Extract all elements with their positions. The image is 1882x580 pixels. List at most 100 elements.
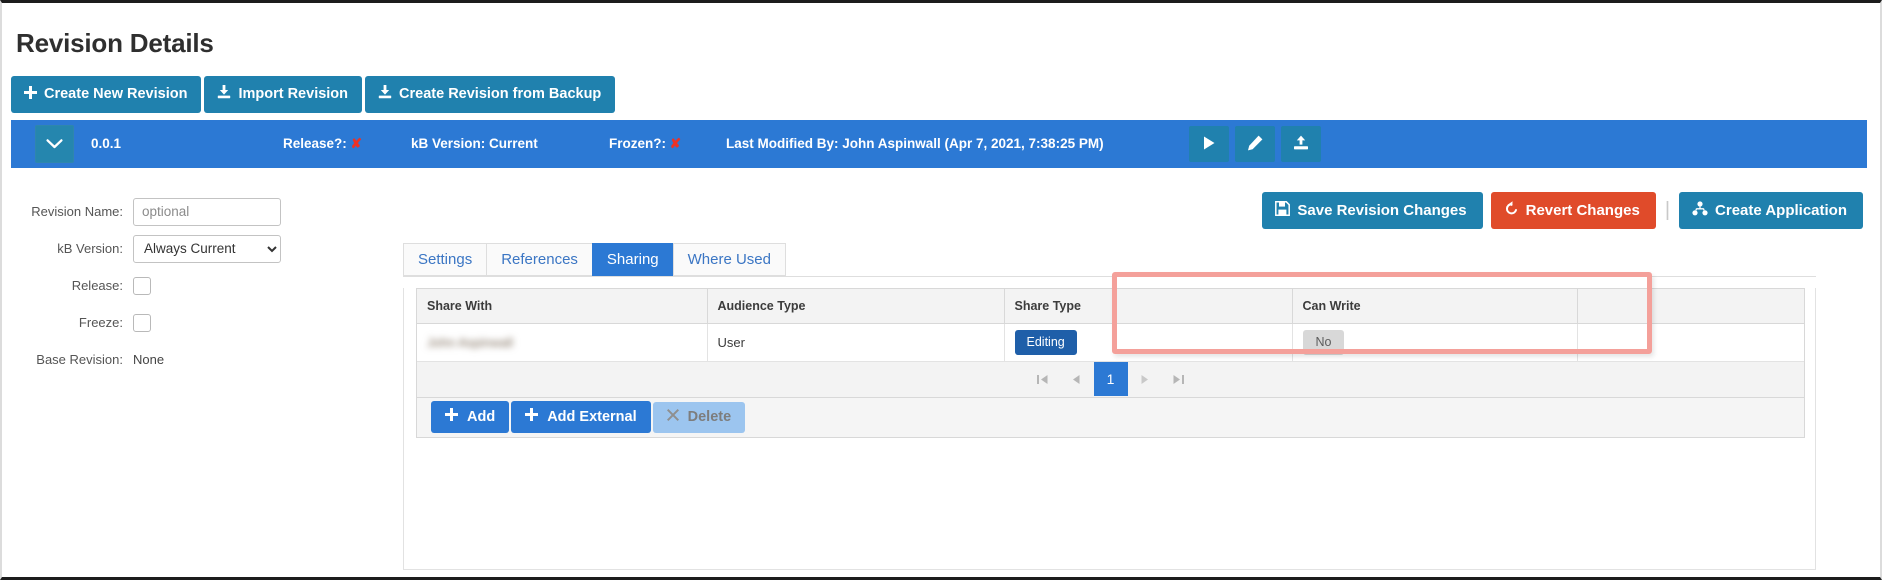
action-separator: | xyxy=(1664,199,1671,221)
create-revision-from-backup-button[interactable]: Create Revision from Backup xyxy=(365,76,616,113)
cell-spacer xyxy=(1577,323,1804,362)
base-revision-value: None xyxy=(133,352,165,367)
freeze-checkbox[interactable] xyxy=(133,313,151,332)
release-value: ✘ xyxy=(350,136,362,151)
save-revision-changes-label: Save Revision Changes xyxy=(1297,201,1467,219)
base-revision-label: Base Revision: xyxy=(36,352,123,367)
create-new-revision-button[interactable]: Create New Revision xyxy=(11,76,202,113)
tab-strip: Settings References Sharing Where Used xyxy=(403,243,1816,277)
create-application-button[interactable]: Create Application xyxy=(1679,192,1863,229)
sitemap-icon xyxy=(1692,201,1708,219)
edit-revision-button[interactable] xyxy=(1235,126,1275,162)
chevron-down-icon xyxy=(46,138,63,150)
tab-settings[interactable]: Settings xyxy=(403,243,488,276)
tab-references[interactable]: References xyxy=(486,243,593,276)
table-head: Share With Audience Type Share Type Can … xyxy=(417,289,1804,324)
share-type-button[interactable]: Editing xyxy=(1014,329,1077,355)
upload-icon xyxy=(1293,135,1309,154)
cell-audience-type: User xyxy=(707,323,1005,362)
page-prev-icon xyxy=(1070,373,1083,386)
revision-last-modified: Last Modified By: John Aspinwall (Apr 7,… xyxy=(726,136,1104,151)
page-first-button[interactable] xyxy=(1026,362,1060,396)
save-icon xyxy=(1275,201,1291,219)
create-application-label: Create Application xyxy=(1715,201,1847,219)
save-revision-changes-button[interactable]: Save Revision Changes xyxy=(1262,192,1483,229)
grid-toolbar: Add Add External Delete xyxy=(416,397,1805,438)
sharing-tabs-container: Settings References Sharing Where Used S… xyxy=(403,243,1816,570)
import-revision-button[interactable]: Import Revision xyxy=(204,76,363,113)
download-icon xyxy=(217,85,231,103)
page-first-icon xyxy=(1036,373,1049,386)
revision-release-status: Release?: ✘ xyxy=(283,136,362,152)
page-prev-button[interactable] xyxy=(1060,362,1094,396)
sharing-table: Share With Audience Type Share Type Can … xyxy=(417,289,1804,362)
revision-name-input[interactable] xyxy=(133,197,281,226)
kb-version-label: kB Version: xyxy=(57,241,123,256)
revision-name-row: Revision Name: xyxy=(2,193,332,230)
top-toolbar: Create New Revision Import Revision Crea… xyxy=(11,76,616,113)
expand-revision-button[interactable] xyxy=(35,125,74,163)
page-next-button[interactable] xyxy=(1128,362,1162,396)
revision-frozen-status: Frozen?: ✘ xyxy=(609,136,681,152)
revision-summary-bar: 0.0.1 Release?: ✘ kB Version: Current Fr… xyxy=(11,120,1867,168)
undo-icon xyxy=(1504,201,1519,219)
kb-version-row: kB Version: Always Current xyxy=(2,230,332,267)
page-next-icon xyxy=(1138,373,1151,386)
release-label: Release?: xyxy=(283,136,347,151)
frozen-label: Frozen?: xyxy=(609,136,666,151)
page-last-button[interactable] xyxy=(1162,362,1196,396)
revision-kb-version: kB Version: Current xyxy=(411,136,538,151)
play-icon xyxy=(1202,135,1216,154)
revision-action-buttons xyxy=(1189,126,1321,162)
add-external-share-button[interactable]: Add External xyxy=(511,401,651,433)
kb-version-select[interactable]: Always Current xyxy=(133,234,281,263)
share-with-value: John Aspinwall xyxy=(427,334,513,350)
import-revision-label: Import Revision xyxy=(238,85,349,102)
sharing-grid: Share With Audience Type Share Type Can … xyxy=(416,288,1805,362)
cell-share-type: Editing xyxy=(1004,323,1293,362)
plus-icon xyxy=(24,85,37,103)
release-label: Release: xyxy=(71,278,123,293)
revision-name-label: Revision Name: xyxy=(31,204,123,219)
x-icon xyxy=(666,408,679,425)
delete-share-label: Delete xyxy=(687,408,732,425)
column-header-can-write[interactable]: Can Write xyxy=(1292,289,1578,324)
revision-actions-bar: Save Revision Changes Revert Changes | C… xyxy=(1262,192,1863,229)
base-revision-row: Base Revision: None xyxy=(2,341,332,378)
can-write-button[interactable]: No xyxy=(1302,329,1345,355)
revision-version: 0.0.1 xyxy=(91,136,122,151)
revert-changes-button[interactable]: Revert Changes xyxy=(1490,192,1656,229)
release-checkbox[interactable] xyxy=(133,276,151,295)
plus-icon xyxy=(445,408,458,425)
download-icon xyxy=(378,85,392,103)
plus-icon xyxy=(525,408,539,425)
column-header-share-with[interactable]: Share With xyxy=(417,289,708,324)
export-revision-button[interactable] xyxy=(1281,126,1321,162)
revert-changes-label: Revert Changes xyxy=(1525,201,1640,219)
tab-where-used[interactable]: Where Used xyxy=(672,243,786,276)
revision-form: Revision Name: kB Version: Always Curren… xyxy=(2,193,332,378)
page-number-1-button[interactable]: 1 xyxy=(1093,362,1128,396)
table-body: John Aspinwall User Editing No xyxy=(417,323,1804,362)
column-header-audience-type[interactable]: Audience Type xyxy=(707,289,1005,324)
column-header-share-type[interactable]: Share Type xyxy=(1004,289,1293,324)
create-revision-from-backup-label: Create Revision from Backup xyxy=(399,85,602,102)
revision-details-page: Revision Details Create New Revision Imp… xyxy=(2,3,1880,577)
grid-pager: 1 xyxy=(416,361,1805,398)
column-header-spacer xyxy=(1577,289,1804,324)
add-external-share-label: Add External xyxy=(547,408,637,425)
release-row: Release: xyxy=(2,267,332,304)
tab-sharing[interactable]: Sharing xyxy=(591,243,674,276)
cell-can-write: No xyxy=(1292,323,1578,362)
delete-share-button[interactable]: Delete xyxy=(652,401,746,433)
application-screenshot: Revision Details Create New Revision Imp… xyxy=(0,0,1882,580)
frozen-value: ✘ xyxy=(669,136,682,151)
pencil-icon xyxy=(1247,135,1263,154)
run-revision-button[interactable] xyxy=(1189,126,1229,162)
create-new-revision-label: Create New Revision xyxy=(44,85,188,102)
add-share-label: Add xyxy=(467,408,496,425)
table-row[interactable]: John Aspinwall User Editing No xyxy=(417,323,1804,362)
add-share-button[interactable]: Add xyxy=(431,401,510,433)
freeze-row: Freeze: xyxy=(2,304,332,341)
sharing-panel: Share With Audience Type Share Type Can … xyxy=(403,288,1816,570)
